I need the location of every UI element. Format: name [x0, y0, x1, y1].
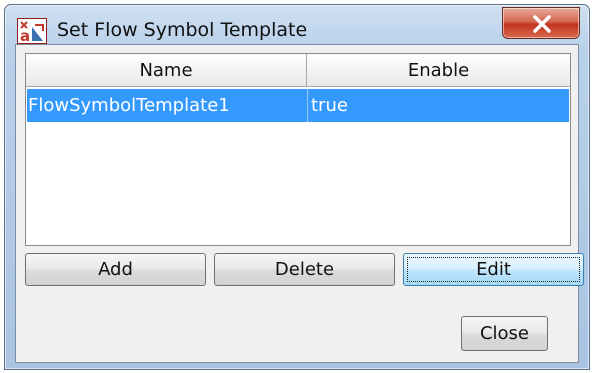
dialog-content: Name Enable FlowSymbolTemplate1 true Add… [15, 44, 584, 363]
window-close-button[interactable] [502, 7, 580, 39]
cell-enable[interactable]: true [309, 89, 348, 122]
title-bar[interactable]: a Set Flow Symbol Template [5, 5, 589, 45]
close-button[interactable]: Close [461, 316, 548, 351]
dialog-window: a Set Flow Symbol Template Name Enable F… [4, 4, 590, 370]
table-row[interactable]: FlowSymbolTemplate1 true [27, 89, 569, 122]
window-title: Set Flow Symbol Template [57, 19, 308, 41]
delete-button[interactable]: Delete [214, 253, 395, 286]
edit-button[interactable]: Edit [403, 253, 584, 286]
app-logo-icon: a [17, 18, 47, 44]
svg-text:a: a [20, 27, 30, 43]
column-header-name[interactable]: Name [26, 54, 307, 87]
template-table[interactable]: Name Enable FlowSymbolTemplate1 true [25, 53, 571, 246]
cell-name[interactable]: FlowSymbolTemplate1 [27, 89, 308, 122]
table-header: Name Enable [26, 54, 570, 87]
focus-ring [407, 257, 580, 282]
column-header-enable[interactable]: Enable [307, 54, 570, 87]
close-icon [533, 15, 551, 33]
add-button[interactable]: Add [25, 253, 206, 286]
